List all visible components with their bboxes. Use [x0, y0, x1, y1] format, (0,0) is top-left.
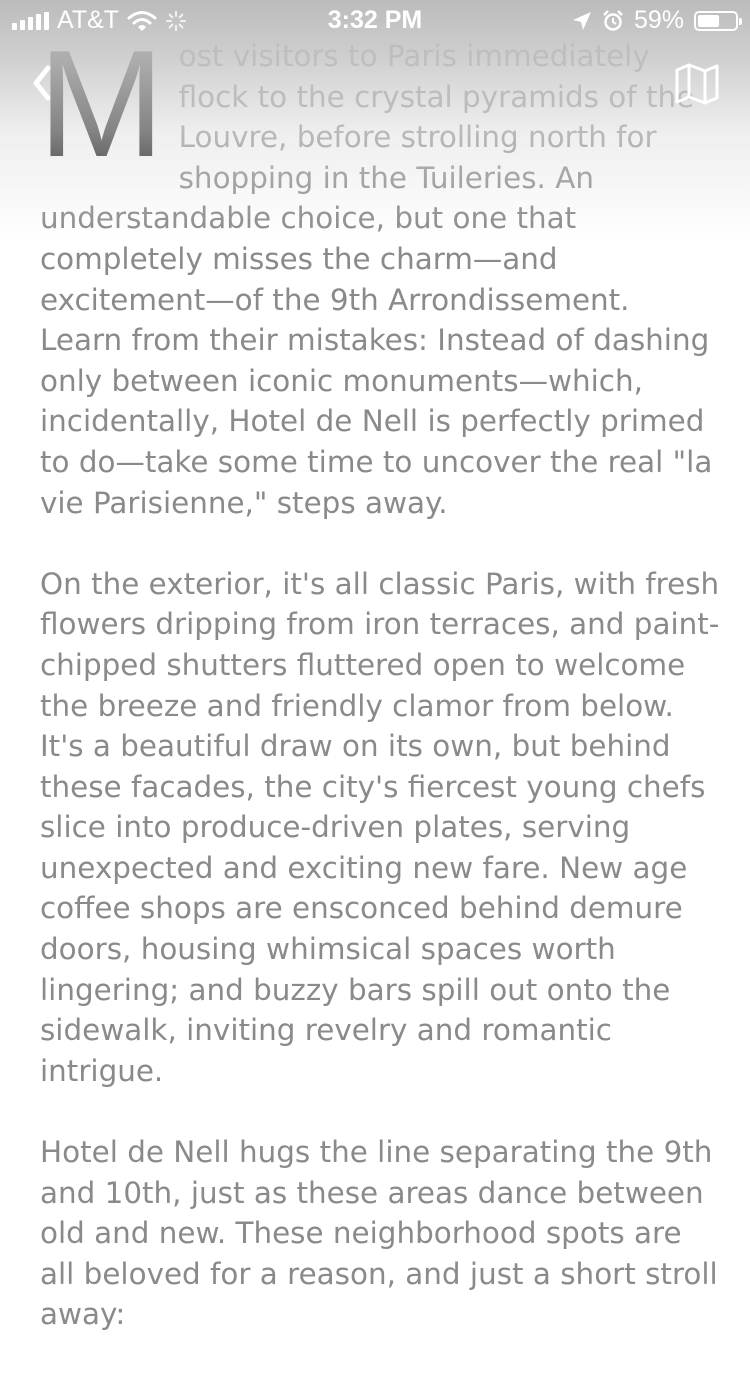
paragraph-neighborhood: Hotel de Nell hugs the line separating t…	[40, 1135, 718, 1332]
article-body: Most visitors to Paris immediately flock…	[38, 28, 720, 1376]
paragraph-exterior: On the exterior, it's all classic Paris,…	[40, 566, 720, 1088]
status-right: 59%	[572, 6, 742, 35]
paragraph-intro: Most visitors to Paris immediately flock…	[38, 28, 720, 523]
chevron-left-icon	[33, 65, 51, 101]
battery-level	[698, 14, 720, 27]
battery-icon	[694, 10, 742, 31]
map-button[interactable]	[674, 62, 720, 106]
status-bar: AT&T 3:32 PM 59%	[0, 0, 750, 40]
back-button[interactable]	[28, 60, 64, 106]
location-arrow-icon	[572, 11, 591, 30]
alarm-icon	[603, 9, 623, 31]
battery-percent: 59%	[633, 6, 684, 34]
map-icon	[675, 63, 719, 105]
